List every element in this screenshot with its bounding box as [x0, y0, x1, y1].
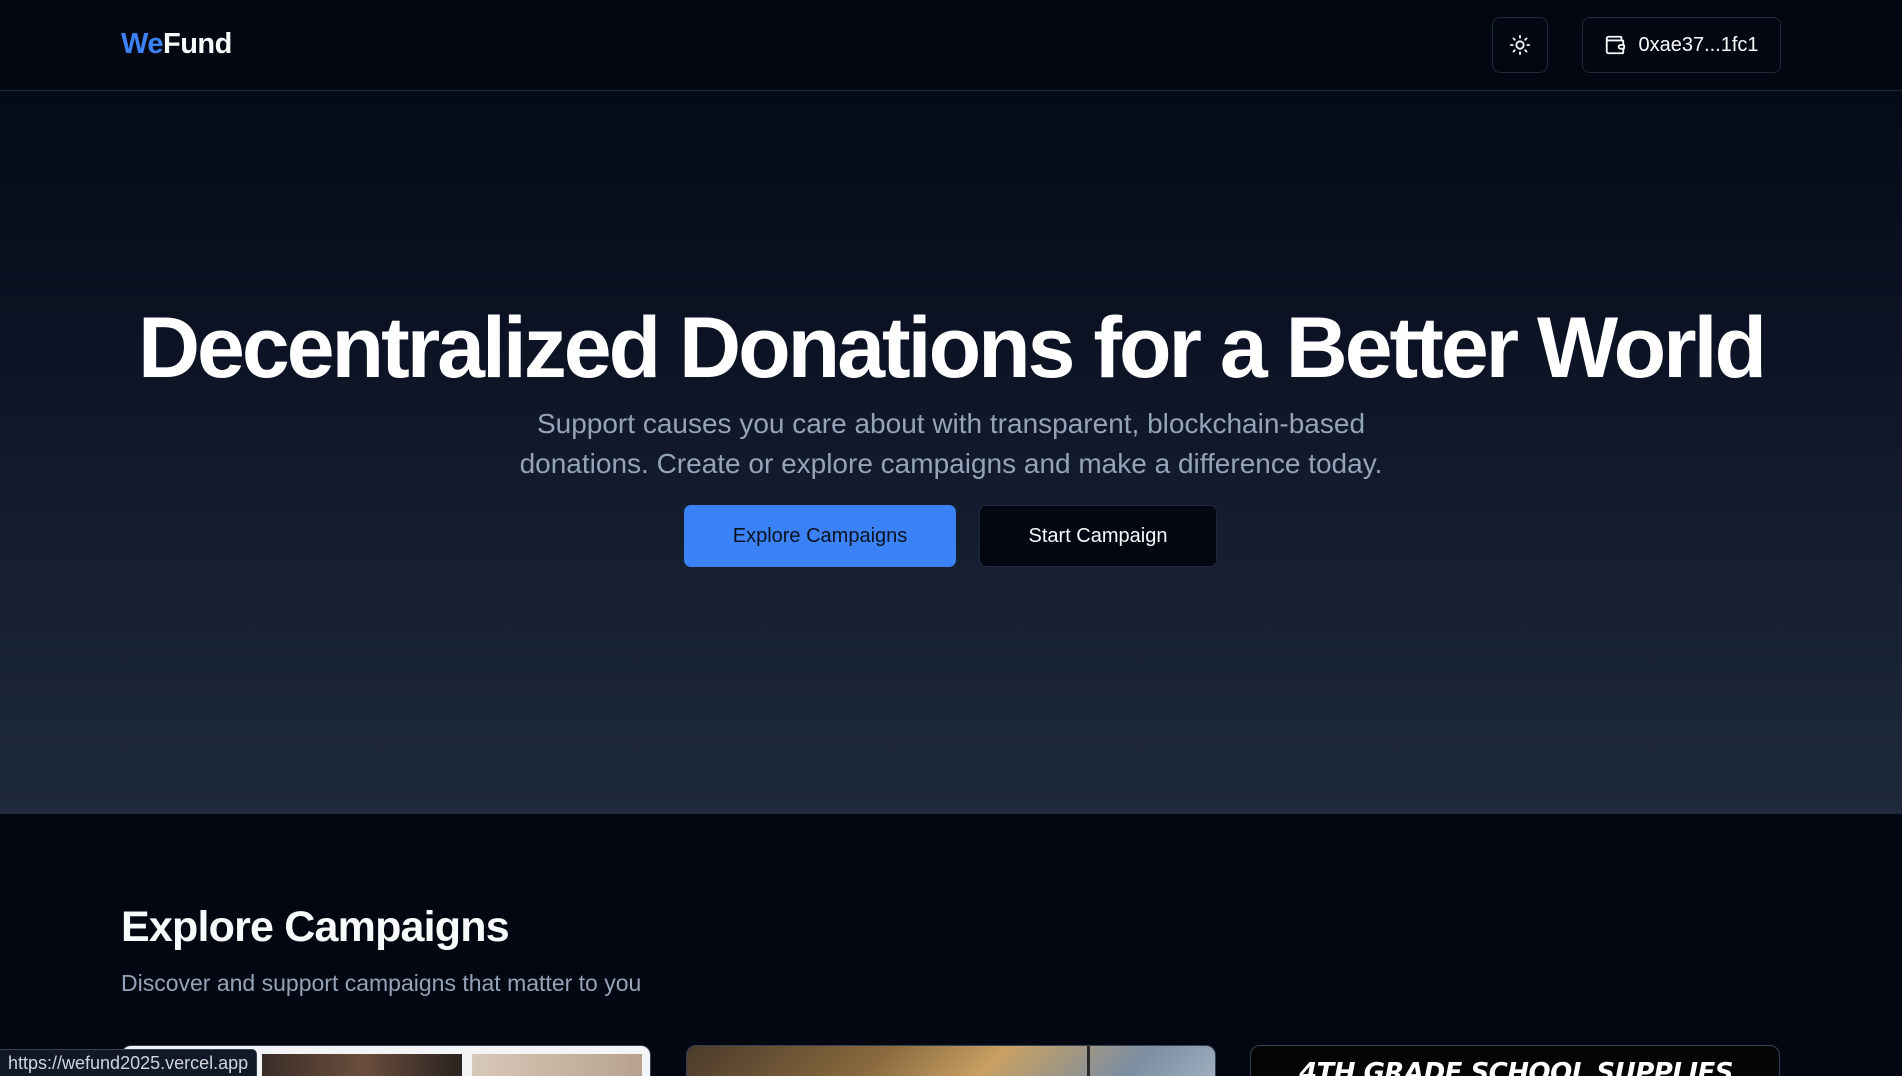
logo-accent: We: [121, 28, 163, 60]
campaign-card[interactable]: [686, 1045, 1216, 1076]
wallet-icon: [1606, 35, 1626, 55]
link-status-bar: https://wefund2025.vercel.app: [0, 1049, 258, 1076]
logo-text: Fund: [162, 28, 232, 60]
campaign-photo: [262, 1054, 462, 1076]
sun-icon: [1509, 34, 1531, 56]
hero-section: Decentralized Donations for a Better Wor…: [0, 91, 1902, 814]
campaign-poster: 4TH GRADE SCHOOL SUPPLIES: [1298, 1058, 1734, 1076]
wallet-button[interactable]: 0xae37...1fc1: [1582, 17, 1781, 73]
explore-campaigns-button[interactable]: Explore Campaigns: [684, 505, 956, 567]
start-campaign-button[interactable]: Start Campaign: [979, 505, 1217, 567]
explore-section-title: Explore Campaigns: [121, 903, 510, 951]
hero-title: Decentralized Donations for a Better Wor…: [137, 300, 1767, 396]
hero-subtitle-line: donations. Create or explore campaigns a…: [519, 448, 1383, 479]
hero-subtitle-line: Support causes you care about with trans…: [536, 408, 1366, 439]
campaign-photo: [1087, 1046, 1090, 1076]
campaign-photo: [472, 1054, 642, 1076]
explore-section-subtitle: Discover and support campaigns that matt…: [121, 970, 642, 996]
campaign-card[interactable]: 4TH GRADE SCHOOL SUPPLIES: [1250, 1045, 1780, 1076]
hero-subtitle: Support causes you care about with trans…: [451, 404, 1451, 484]
logo[interactable]: WeFund: [121, 28, 232, 61]
wallet-address: 0xae37...1fc1: [1638, 33, 1759, 56]
theme-toggle-button[interactable]: [1492, 17, 1548, 73]
site-header: WeFund 0xae37...1fc1: [0, 0, 1902, 91]
